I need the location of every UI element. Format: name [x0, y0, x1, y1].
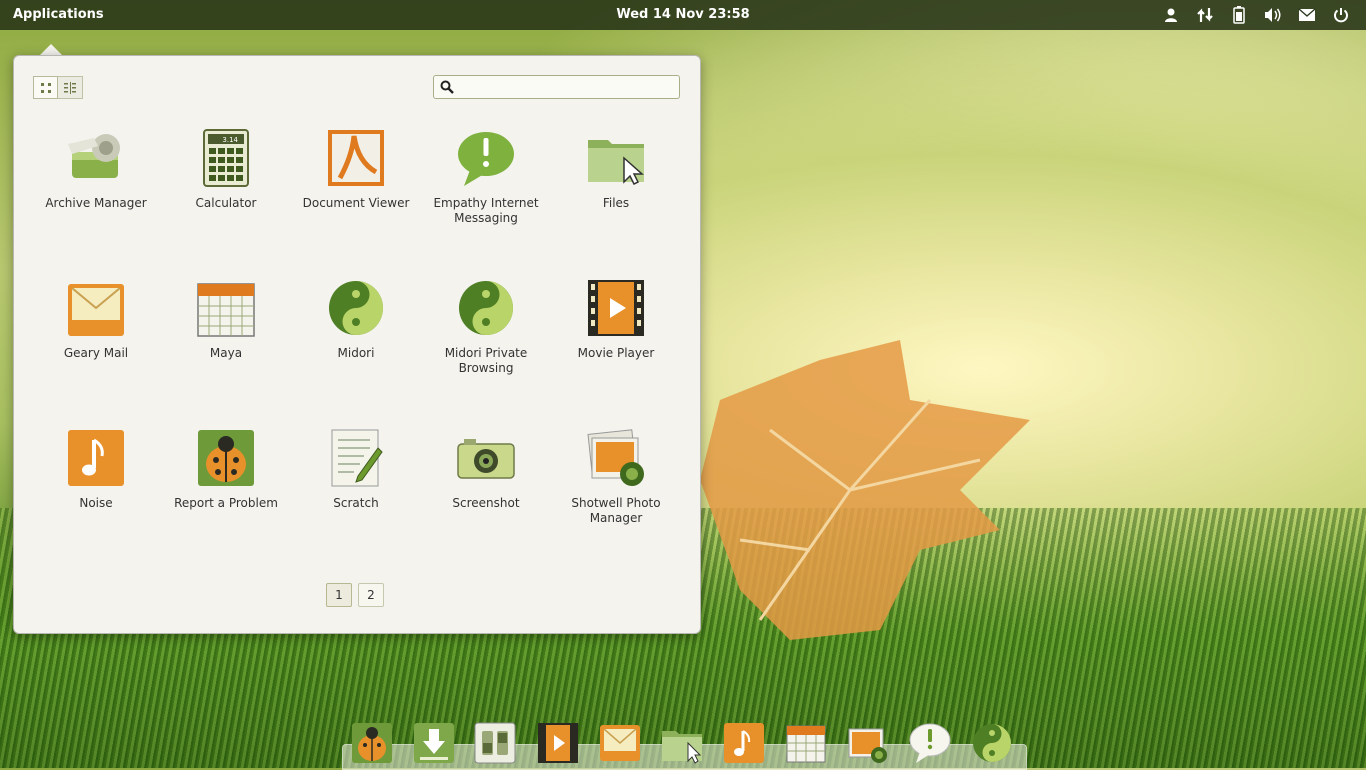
app-label: Archive Manager — [45, 196, 147, 210]
volume-icon[interactable] — [1256, 4, 1290, 26]
app-label: Midori — [337, 346, 375, 360]
app-files[interactable]: Files — [551, 118, 681, 248]
scratch-text-editor-icon — [331, 429, 383, 487]
midori-private-icon — [459, 281, 513, 335]
movie-player-icon[interactable] — [536, 721, 580, 765]
app-label: Scratch — [333, 496, 379, 510]
search-box — [433, 75, 680, 99]
page-switcher: 1 2 — [326, 583, 384, 607]
app-shotwell[interactable]: Shotwell Photo Manager — [551, 418, 681, 548]
geary-mail-icon — [68, 284, 124, 336]
ladybug-icon[interactable] — [350, 721, 394, 765]
app-maya[interactable]: Maya — [161, 268, 291, 398]
calculator-icon: 3.14 — [203, 129, 249, 187]
network-icon[interactable] — [1188, 4, 1222, 26]
mail-icon[interactable] — [1290, 4, 1324, 26]
app-label: Empathy Internet Messaging — [433, 196, 539, 225]
download-icon[interactable] — [412, 721, 456, 765]
app-label: Document Viewer — [302, 196, 410, 210]
page-button[interactable]: 2 — [358, 583, 384, 607]
grid-view-button[interactable] — [33, 76, 58, 99]
movie-player-icon — [588, 280, 644, 336]
app-report-problem[interactable]: Report a Problem — [161, 418, 291, 548]
empathy-icon — [458, 132, 514, 186]
document-viewer-icon — [328, 130, 384, 186]
app-midori[interactable]: Midori — [291, 268, 421, 398]
ladybug-icon — [198, 430, 254, 486]
app-label: Report a Problem — [174, 496, 278, 510]
popover-arrow — [40, 44, 62, 55]
noise-music-icon[interactable] — [722, 721, 766, 765]
battery-icon[interactable] — [1222, 4, 1256, 26]
switchboard-settings-icon[interactable] — [473, 721, 517, 765]
app-screenshot[interactable]: Screenshot — [421, 418, 551, 548]
midori-icon — [329, 281, 383, 335]
app-midori-private[interactable]: Midori Private Browsing — [421, 268, 551, 398]
power-icon[interactable] — [1324, 4, 1358, 26]
app-label: Maya — [209, 346, 243, 360]
empathy-icon[interactable] — [908, 721, 952, 765]
maya-calendar-icon[interactable] — [784, 721, 828, 765]
wallpaper-leaf — [700, 340, 1030, 640]
view-mode-toggle — [33, 76, 83, 99]
system-tray — [1154, 4, 1358, 26]
app-label: Noise — [79, 496, 113, 510]
grid-view-icon — [40, 82, 51, 93]
app-calculator[interactable]: 3.14 Calculator — [161, 118, 291, 248]
app-label: Geary Mail — [63, 346, 129, 360]
midori-icon[interactable] — [970, 721, 1014, 765]
shotwell-photo-icon — [587, 429, 644, 486]
app-label: Calculator — [195, 196, 257, 210]
app-label: Shotwell Photo Manager — [571, 496, 661, 525]
search-icon — [434, 80, 460, 94]
app-label: Movie Player — [577, 346, 655, 360]
app-scratch[interactable]: Scratch — [291, 418, 421, 548]
shotwell-photo-icon[interactable] — [846, 721, 890, 765]
noise-music-icon — [68, 430, 124, 486]
files-icon[interactable] — [660, 721, 704, 765]
app-empathy[interactable]: Empathy Internet Messaging — [421, 118, 551, 248]
application-launcher: Archive Manager 3.14 Calculator Document… — [13, 55, 701, 634]
app-noise[interactable]: Noise — [31, 418, 161, 548]
search-input[interactable] — [460, 76, 674, 98]
user-icon[interactable] — [1154, 4, 1188, 26]
app-label: Screenshot — [452, 496, 520, 510]
app-label: Midori Private Browsing — [444, 346, 528, 375]
geary-mail-icon[interactable] — [598, 721, 642, 765]
app-document-viewer[interactable]: Document Viewer — [291, 118, 421, 248]
top-panel: Applications Wed 14 Nov 23:58 — [0, 0, 1366, 30]
page-button[interactable]: 1 — [326, 583, 352, 607]
category-view-button[interactable] — [58, 76, 83, 99]
category-view-icon — [64, 81, 76, 94]
app-archive-manager[interactable]: Archive Manager — [31, 118, 161, 248]
app-movie-player[interactable]: Movie Player — [551, 268, 681, 398]
svg-text:3.14: 3.14 — [222, 136, 238, 144]
files-icon — [588, 140, 644, 186]
camera-icon — [457, 439, 515, 479]
app-label: Files — [602, 196, 630, 210]
archive-manager-icon — [68, 134, 120, 178]
maya-calendar-icon — [197, 283, 255, 337]
app-geary-mail[interactable]: Geary Mail — [31, 268, 161, 398]
